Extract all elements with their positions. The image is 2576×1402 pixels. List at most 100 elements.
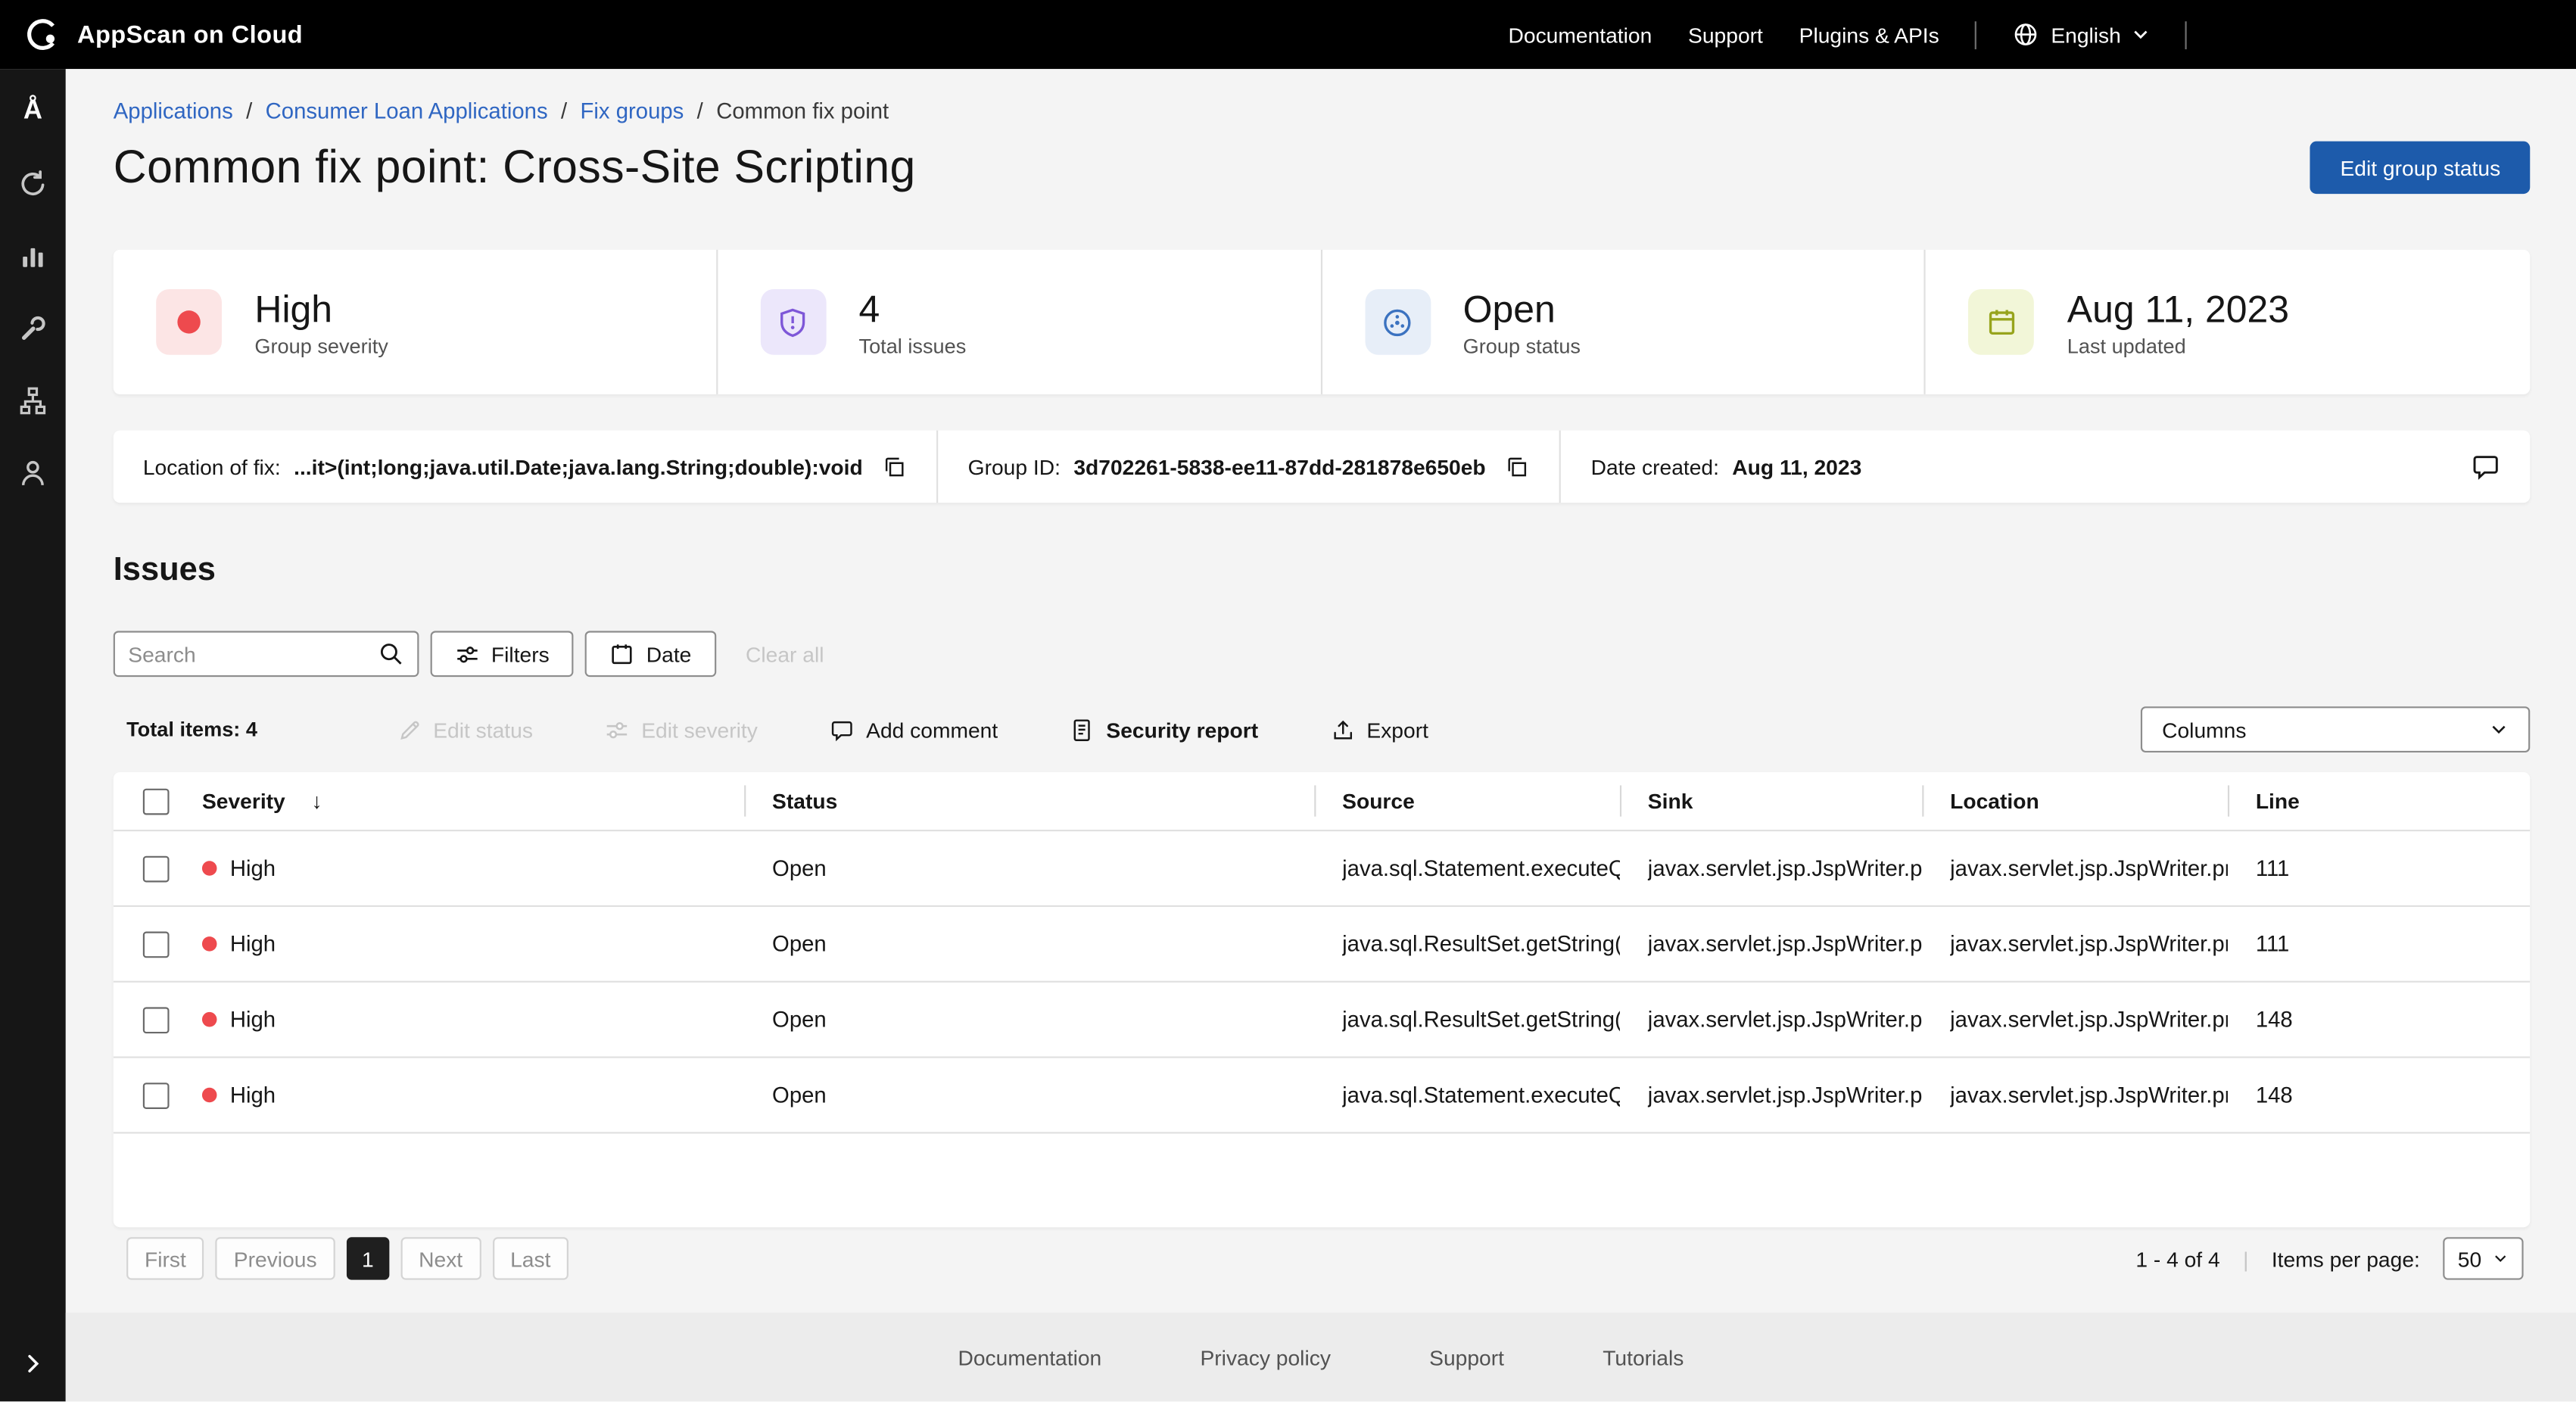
sidebar-item-dashboards[interactable] — [0, 220, 66, 292]
summary-group-severity: High Group severity — [114, 250, 718, 394]
filters-button[interactable]: Filters — [431, 631, 575, 677]
pagination-page-1-button[interactable]: 1 — [347, 1237, 389, 1279]
chevron-down-icon — [2489, 720, 2509, 740]
add-comment-button[interactable]: Add comment — [830, 717, 998, 742]
edit-status-button[interactable]: Edit status — [397, 717, 532, 742]
summary-total-issues: 4 Total issues — [718, 250, 1322, 394]
columns-dropdown-label: Columns — [2162, 717, 2246, 742]
row-checkbox[interactable] — [143, 930, 170, 957]
copy-location-button[interactable] — [883, 454, 908, 479]
date-filter-button[interactable]: Date — [585, 631, 715, 677]
pagination: First Previous 1 Next Last 1 - 4 of 4 | … — [114, 1237, 2531, 1279]
footer-link-support[interactable]: Support — [1429, 1345, 1504, 1370]
edit-group-status-button[interactable]: Edit group status — [2310, 142, 2530, 194]
footer-link-privacy-policy[interactable]: Privacy policy — [1200, 1345, 1330, 1370]
items-per-page-dropdown[interactable]: 50 — [2443, 1237, 2523, 1279]
clear-all-link[interactable]: Clear all — [746, 642, 824, 667]
location-of-fix-value: ...it>(int;long;java.util.Date;java.lang… — [294, 454, 863, 479]
sidebar-item-scans[interactable] — [0, 148, 66, 220]
location-of-fix-label: Location of fix: — [143, 454, 281, 479]
edit-severity-button[interactable]: Edit severity — [605, 717, 757, 742]
comment-bubble-icon — [830, 717, 855, 742]
wrench-icon — [18, 314, 48, 344]
search-input[interactable] — [128, 642, 368, 667]
topbar-link-support[interactable]: Support — [1688, 22, 1763, 47]
calendar-icon — [1969, 289, 2035, 355]
sidebar-item-tools[interactable] — [0, 292, 66, 364]
header-location[interactable]: Location — [1922, 772, 2228, 830]
filters-icon — [455, 642, 480, 667]
sidebar-item-applications[interactable]: Å — [0, 76, 66, 148]
pagination-last-button[interactable]: Last — [492, 1237, 568, 1279]
shield-warning-icon — [760, 289, 826, 355]
group-severity-label: Group severity — [254, 335, 388, 357]
user-icon — [18, 459, 48, 488]
export-button[interactable]: Export — [1331, 717, 1428, 742]
items-per-page-label: Items per page: — [2272, 1246, 2420, 1271]
group-status-label: Group status — [1463, 335, 1581, 357]
edit-severity-label: Edit severity — [641, 717, 758, 742]
cell-source: java.sql.ResultSet.getString(ja — [1342, 932, 1620, 957]
row-checkbox[interactable] — [143, 1006, 170, 1033]
header-status[interactable]: Status — [744, 772, 1314, 830]
issues-table: Severity ↓ Status Source Sink Location L… — [114, 772, 2531, 1227]
brand-home-link[interactable]: AppScan on Cloud — [25, 17, 304, 53]
topbar-link-documentation[interactable]: Documentation — [1509, 22, 1652, 47]
row-checkbox[interactable] — [143, 855, 170, 882]
header-severity[interactable]: Severity ↓ — [189, 772, 745, 830]
group-id-section: Group ID: 3d702261-5838-ee11-87dd-281878… — [939, 431, 1562, 503]
brand-name: AppScan on Cloud — [77, 20, 303, 48]
pagination-next-button[interactable]: Next — [400, 1237, 481, 1279]
breadcrumb-fix-groups[interactable]: Fix groups — [581, 98, 684, 125]
info-bar: Location of fix: ...it>(int;long;java.ut… — [114, 431, 2531, 503]
breadcrumb-consumer-loan-applications[interactable]: Consumer Loan Applications — [266, 98, 548, 125]
breadcrumb-current: Common fix point — [716, 98, 889, 125]
group-id-value: 3d702261-5838-ee11-87dd-281878e650eb — [1073, 454, 1485, 479]
breadcrumb-applications[interactable]: Applications — [114, 98, 233, 125]
total-items-label: Total items: 4 — [126, 718, 257, 740]
security-report-button[interactable]: Security report — [1070, 717, 1258, 742]
header-line[interactable]: Line — [2228, 772, 2530, 830]
footer-link-tutorials[interactable]: Tutorials — [1603, 1345, 1684, 1370]
chevron-down-icon — [2132, 26, 2149, 43]
cell-source: java.sql.Statement.executeQu — [1342, 1083, 1620, 1108]
copy-group-id-button[interactable] — [1506, 454, 1531, 479]
export-label: Export — [1366, 717, 1428, 742]
pagination-first-button[interactable]: First — [126, 1237, 204, 1279]
add-comment-label: Add comment — [866, 717, 998, 742]
columns-dropdown[interactable]: Columns — [2141, 706, 2530, 752]
appscan-logo-icon — [25, 17, 61, 53]
cell-location: javax.servlet.jsp.JspWriter.pri — [1950, 856, 2228, 881]
severity-dot-icon — [202, 1088, 217, 1103]
sidebar-expand-button[interactable] — [0, 1339, 66, 1388]
sort-descending-icon: ↓ — [311, 789, 322, 814]
severity-dot-icon — [156, 289, 222, 355]
language-selector[interactable]: English — [2013, 21, 2148, 48]
table-row[interactable]: High Open java.sql.Statement.executeQu j… — [114, 831, 2531, 907]
select-all-checkbox[interactable] — [143, 788, 170, 815]
breadcrumb-separator: / — [697, 98, 703, 125]
report-document-icon — [1070, 717, 1095, 742]
table-row[interactable]: High Open java.sql.ResultSet.getString(j… — [114, 907, 2531, 983]
sidebar-item-organization[interactable] — [0, 365, 66, 437]
comment-bubble-icon — [2471, 452, 2500, 481]
header-sink[interactable]: Sink — [1620, 772, 1922, 830]
row-checkbox[interactable] — [143, 1082, 170, 1108]
table-header-row: Severity ↓ Status Source Sink Location L… — [114, 772, 2531, 831]
group-id-label: Group ID: — [968, 454, 1061, 479]
comments-button[interactable] — [2471, 452, 2500, 481]
total-issues-value: 4 — [859, 287, 967, 329]
export-icon — [1331, 717, 1356, 742]
pagination-previous-button[interactable]: Previous — [216, 1237, 335, 1279]
date-created-value: Aug 11, 2023 — [1732, 454, 1861, 479]
sidebar-item-profile[interactable] — [0, 437, 66, 509]
topbar-link-plugins-apis[interactable]: Plugins & APIs — [1799, 22, 1939, 47]
appscan-home-icon: Å — [23, 98, 42, 125]
cell-line: 111 — [2256, 932, 2290, 957]
footer-link-documentation[interactable]: Documentation — [958, 1345, 1101, 1370]
page-footer: Documentation Privacy policy Support Tut… — [66, 1313, 2576, 1402]
table-row[interactable]: High Open java.sql.ResultSet.getString(j… — [114, 983, 2531, 1058]
table-row[interactable]: High Open java.sql.Statement.executeQu j… — [114, 1058, 2531, 1134]
cell-line: 148 — [2256, 1007, 2293, 1032]
header-source[interactable]: Source — [1314, 772, 1620, 830]
